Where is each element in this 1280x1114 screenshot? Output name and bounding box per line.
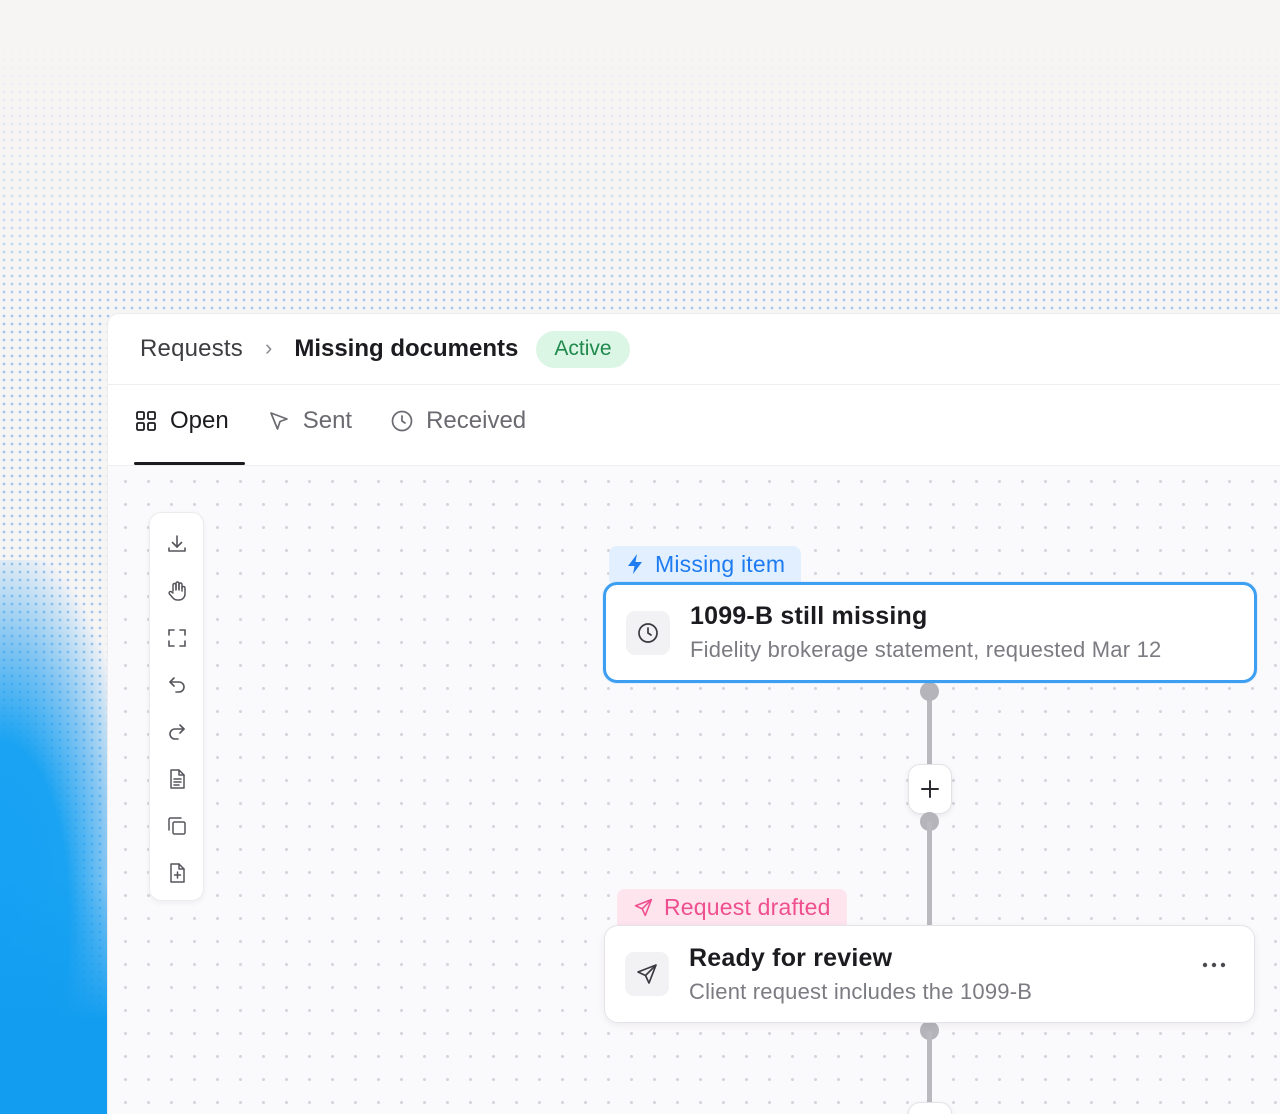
grid-icon <box>136 411 156 431</box>
workflow-canvas[interactable]: Missing item 1099-B still missing Fideli… <box>108 466 1280 1114</box>
action-tag: Request drafted <box>617 889 847 925</box>
action-tag-label: Request drafted <box>664 893 831 920</box>
undo-button[interactable] <box>157 665 197 705</box>
trigger-node-subtitle: Fidelity brokerage statement, requested … <box>690 637 1162 662</box>
pan-tool-button[interactable] <box>157 571 197 611</box>
add-step-button[interactable] <box>908 764 952 814</box>
tab-received-label: Received <box>426 407 527 434</box>
canvas-toolbar <box>149 512 204 901</box>
plus-icon <box>921 780 939 798</box>
tab-open[interactable]: Open <box>134 385 245 465</box>
tab-sent-label: Sent <box>302 407 353 434</box>
copy-icon <box>167 817 186 835</box>
undo-icon <box>168 677 185 693</box>
workflow-panel: Requests › Missing documents Active Open… <box>107 313 1280 1114</box>
page-title: Missing documents <box>294 335 519 362</box>
action-node-title: Ready for review <box>689 943 893 972</box>
send-icon <box>634 898 653 916</box>
breadcrumb-requests-link[interactable]: Requests <box>140 335 243 363</box>
action-node-icon-box <box>625 952 669 996</box>
trigger-tag: Missing item <box>609 546 802 582</box>
trigger-node-title: 1099-B still missing <box>690 602 928 630</box>
lightning-icon <box>628 554 642 574</box>
breadcrumb: Requests › Missing documents Active <box>108 314 1280 385</box>
hand-icon <box>167 581 186 601</box>
action-node-subtitle: Client request includes the 1099-B <box>689 978 1033 1004</box>
download-icon <box>167 535 186 552</box>
add-step-button-bottom[interactable] <box>908 1102 952 1114</box>
cursor-arrow-icon <box>269 412 288 430</box>
add-file-button[interactable] <box>157 853 197 893</box>
tab-open-label: Open <box>170 407 229 434</box>
flow-connector-bottom <box>927 1031 932 1111</box>
fit-screen-button[interactable] <box>157 618 197 658</box>
trigger-node-icon-box <box>626 610 670 655</box>
more-options-button[interactable] <box>1202 956 1226 974</box>
clock-icon <box>391 410 413 432</box>
tab-bar: Open Sent Received <box>108 385 1280 466</box>
connector-dot <box>920 682 939 701</box>
action-node[interactable]: Ready for review Client request includes… <box>604 925 1255 1023</box>
more-horizontal-icon <box>1202 962 1226 968</box>
clock-icon <box>638 622 658 643</box>
trigger-tag-label: Missing item <box>655 550 786 577</box>
tab-sent[interactable]: Sent <box>267 385 368 465</box>
fit-screen-icon <box>167 629 186 647</box>
redo-icon <box>168 724 185 740</box>
status-badge: Active <box>536 330 630 368</box>
flow-connector-middle <box>927 821 932 926</box>
document-icon <box>169 769 185 789</box>
add-file-icon <box>169 863 185 883</box>
document-button[interactable] <box>157 759 197 799</box>
tab-received[interactable]: Received <box>390 385 542 465</box>
background-blue-glow-bottom <box>0 880 107 1114</box>
breadcrumb-separator: › <box>265 335 273 360</box>
trigger-node[interactable]: 1099-B still missing Fidelity brokerage … <box>603 582 1257 683</box>
copy-button[interactable] <box>157 806 197 846</box>
download-button[interactable] <box>157 524 197 564</box>
send-icon <box>637 964 657 984</box>
redo-button[interactable] <box>157 712 197 752</box>
